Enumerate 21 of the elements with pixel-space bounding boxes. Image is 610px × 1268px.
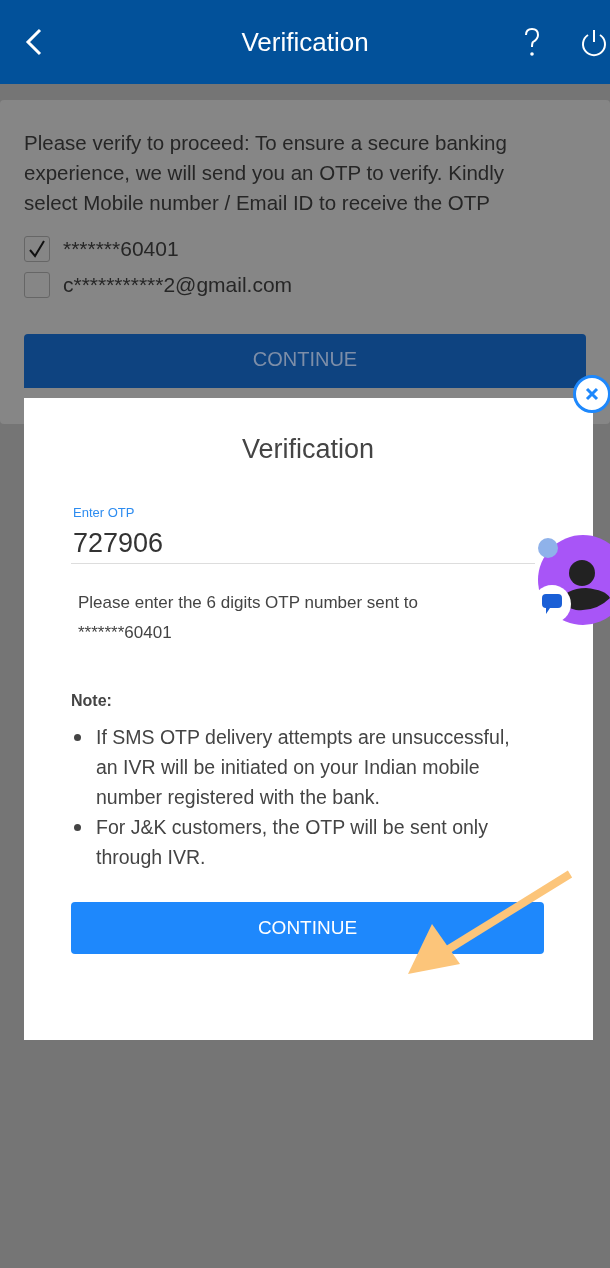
checkbox[interactable] bbox=[24, 272, 50, 298]
note-text: For J&K customers, the OTP will be sent only through IVR. bbox=[96, 815, 489, 870]
hint-text: Please enter the 6 digits OTP number sent to *******60401 bbox=[78, 592, 419, 644]
help-icon[interactable] bbox=[523, 27, 541, 57]
chat-head-icon[interactable] bbox=[536, 532, 610, 626]
prompt-text: Please verify to proceed: To ensure a secure banking experience, we will send you an OTP to verify. Kindly select Mobile number / Email ID to receive the OTP bbox=[24, 130, 508, 216]
note-title: Note: bbox=[71, 692, 113, 710]
option-label: c***********2@gmail.com bbox=[63, 273, 293, 297]
close-icon bbox=[585, 387, 599, 401]
bullet-icon bbox=[74, 824, 81, 831]
power-icon[interactable] bbox=[580, 28, 608, 58]
continue-button[interactable]: CONTINUE bbox=[71, 902, 544, 954]
note-text: If SMS OTP delivery attempts are unsuccessful, an IVR will be initiated on your Indian mobile number registered with the bank. bbox=[96, 725, 511, 810]
bullet-icon bbox=[74, 734, 81, 741]
option-label: *******60401 bbox=[63, 237, 179, 261]
back-icon[interactable] bbox=[25, 28, 43, 56]
dialog-title: Verification bbox=[240, 434, 376, 465]
checkbox[interactable] bbox=[24, 236, 50, 262]
page-title: Verification bbox=[241, 26, 369, 58]
continue-button[interactable]: CONTINUE bbox=[24, 334, 586, 388]
otp-field[interactable]: Enter OTP 727906 bbox=[71, 505, 535, 564]
